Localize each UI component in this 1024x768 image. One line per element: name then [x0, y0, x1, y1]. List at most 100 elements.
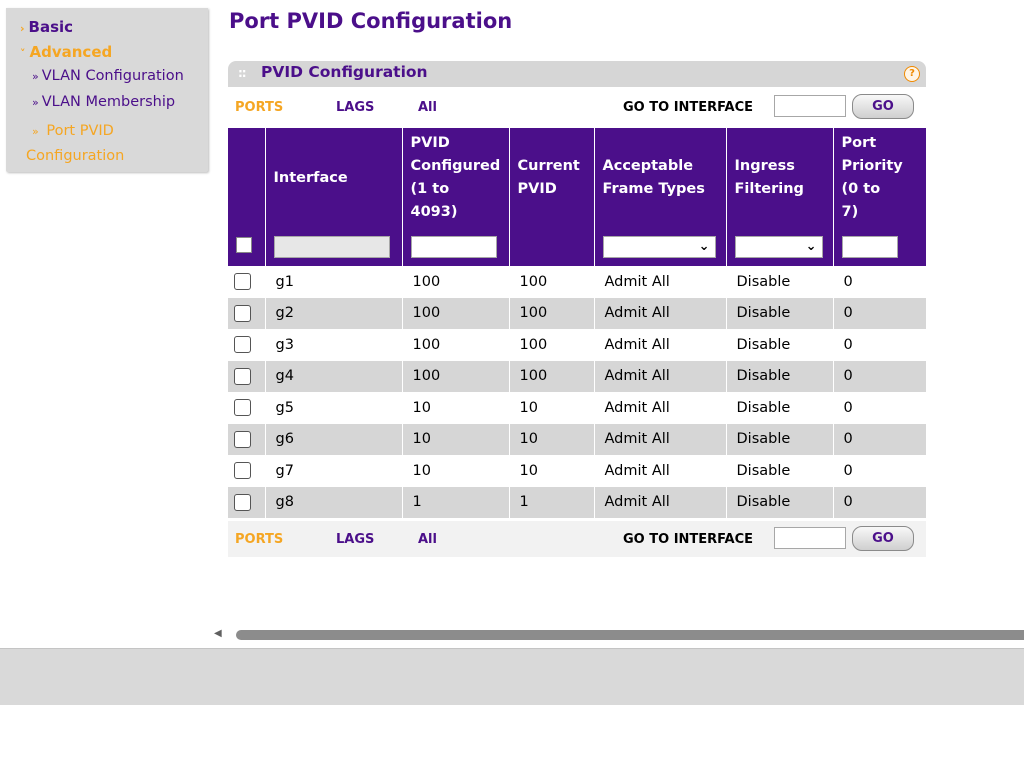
cell-frame-types: Admit All — [594, 392, 727, 424]
horizontal-scrollbar-thumb[interactable] — [236, 630, 1024, 640]
header-pvid-l1: PVID — [410, 135, 450, 151]
filter-cell-priority — [833, 228, 926, 266]
row-checkbox[interactable] — [234, 336, 251, 354]
cell-pvid: 10 — [402, 423, 510, 455]
lags-link[interactable]: LAGS — [336, 100, 374, 115]
chevron-down-icon: ˅ — [20, 47, 26, 60]
row-checkbox[interactable] — [234, 430, 251, 448]
header-pvid-l4: 4093) — [410, 204, 458, 220]
go-button[interactable]: GO — [852, 526, 914, 551]
filter-cell-select — [228, 228, 266, 266]
header-prio-l4: 7) — [841, 204, 859, 220]
table-row[interactable]: g2 100 100 Admit All Disable 0 — [228, 297, 927, 329]
cell-pvid: 100 — [402, 360, 510, 392]
filter-cell-interface — [265, 228, 403, 266]
header-pvid-l3: (1 to — [410, 181, 450, 197]
lags-link[interactable]: LAGS — [336, 532, 374, 547]
nav-basic[interactable]: › Basic — [20, 18, 73, 36]
header-frame-l1: Acceptable — [602, 158, 694, 174]
go-to-interface-input[interactable] — [774, 95, 846, 117]
chevron-down-icon: ⌄ — [805, 239, 817, 254]
interface-filter-input[interactable] — [273, 236, 390, 258]
row-checkbox[interactable] — [234, 367, 251, 385]
double-chevron-icon: » — [32, 70, 39, 83]
ports-link[interactable]: PORTS — [235, 100, 283, 115]
row-checkbox[interactable] — [234, 493, 251, 511]
cell-interface: g3 — [265, 329, 403, 361]
row-select-cell — [228, 423, 266, 455]
header-current-l1: Current — [517, 158, 580, 174]
row-checkbox[interactable] — [234, 273, 251, 291]
filter-cell-pvid — [402, 228, 510, 266]
ports-link[interactable]: PORTS — [235, 532, 283, 547]
header-current-pvid: Current PVID — [509, 128, 595, 228]
nav-advanced[interactable]: ˅ Advanced — [20, 43, 112, 61]
filter-bar-top: PORTS LAGS All GO TO INTERFACE GO — [228, 89, 926, 125]
cell-interface: g2 — [265, 297, 403, 329]
cell-priority: 0 — [833, 455, 927, 487]
table-row[interactable]: g3 100 100 Admit All Disable 0 — [228, 329, 927, 361]
ingress-filtering-select[interactable]: ⌄ — [734, 236, 823, 258]
cell-pvid: 10 — [402, 392, 510, 424]
cell-ingress: Disable — [726, 297, 834, 329]
row-select-cell — [228, 455, 266, 487]
cell-interface: g1 — [265, 266, 403, 298]
nav-advanced-label: Advanced — [29, 43, 113, 61]
row-select-cell — [228, 266, 266, 298]
cell-ingress: Disable — [726, 329, 834, 361]
nav-item-label-line2: Configuration — [26, 148, 125, 164]
panel-title: PVID Configuration — [261, 63, 428, 81]
table-row[interactable]: g6 10 10 Admit All Disable 0 — [228, 423, 927, 455]
cell-current-pvid: 10 — [509, 423, 595, 455]
cell-frame-types: Admit All — [594, 329, 727, 361]
header-interface-label: Interface — [273, 169, 348, 186]
go-button[interactable]: GO — [852, 94, 914, 119]
double-chevron-icon: » — [32, 125, 39, 138]
header-port-priority: Port Priority (0 to 7) — [833, 128, 926, 228]
cell-current-pvid: 100 — [509, 266, 595, 298]
header-pvid-configured: PVID Configured (1 to 4093) — [402, 128, 510, 228]
header-ingress-filtering: Ingress Filtering — [726, 128, 834, 228]
nav-item-label: VLAN Membership — [41, 94, 176, 110]
cell-ingress: Disable — [726, 360, 834, 392]
table-row[interactable]: g7 10 10 Admit All Disable 0 — [228, 455, 927, 487]
header-pvid-l2: Configured — [410, 158, 501, 174]
cell-priority: 0 — [833, 486, 927, 518]
pvid-configured-input[interactable] — [410, 236, 497, 258]
header-current-l2: PVID — [517, 181, 557, 197]
table-row[interactable]: g4 100 100 Admit All Disable 0 — [228, 360, 927, 392]
page-title: Port PVID Configuration — [229, 9, 513, 33]
nav-port-pvid-configuration[interactable]: » Port PVID Configuration — [26, 119, 124, 169]
row-select-cell — [228, 486, 266, 518]
all-link[interactable]: All — [418, 100, 437, 115]
cell-frame-types: Admit All — [594, 360, 727, 392]
nav-vlan-membership[interactable]: » VLAN Membership — [32, 94, 175, 110]
table-row[interactable]: g8 1 1 Admit All Disable 0 — [228, 486, 927, 518]
cell-priority: 0 — [833, 360, 927, 392]
cell-interface: g8 — [265, 486, 403, 518]
sidebar-nav: › Basic ˅ Advanced » VLAN Configuration » VL… — [6, 8, 208, 172]
cell-current-pvid: 100 — [509, 360, 595, 392]
nav-vlan-configuration[interactable]: » VLAN Configuration — [32, 68, 184, 84]
cell-ingress: Disable — [726, 423, 834, 455]
table-row[interactable]: g5 10 10 Admit All Disable 0 — [228, 392, 927, 424]
select-all-checkbox[interactable] — [236, 237, 252, 253]
cell-pvid: 100 — [402, 266, 510, 298]
cell-priority: 0 — [833, 423, 927, 455]
port-priority-input[interactable] — [841, 236, 898, 258]
acceptable-frame-types-select[interactable]: ⌄ — [602, 236, 716, 258]
cell-frame-types: Admit All — [594, 455, 727, 487]
cell-ingress: Disable — [726, 266, 834, 298]
arrow-left-icon[interactable]: ◀ — [214, 628, 222, 639]
go-to-interface-input[interactable] — [774, 527, 846, 549]
row-checkbox[interactable] — [234, 462, 251, 480]
row-checkbox[interactable] — [234, 399, 251, 417]
help-icon[interactable]: ? — [904, 66, 920, 82]
all-link[interactable]: All — [418, 532, 437, 547]
drag-grip-icon[interactable]: :: — [238, 66, 247, 80]
row-checkbox[interactable] — [234, 304, 251, 322]
table-row[interactable]: g1 100 100 Admit All Disable 0 — [228, 266, 927, 298]
cell-priority: 0 — [833, 266, 927, 298]
filter-cell-frame: ⌄ — [594, 228, 727, 266]
cell-frame-types: Admit All — [594, 486, 727, 518]
